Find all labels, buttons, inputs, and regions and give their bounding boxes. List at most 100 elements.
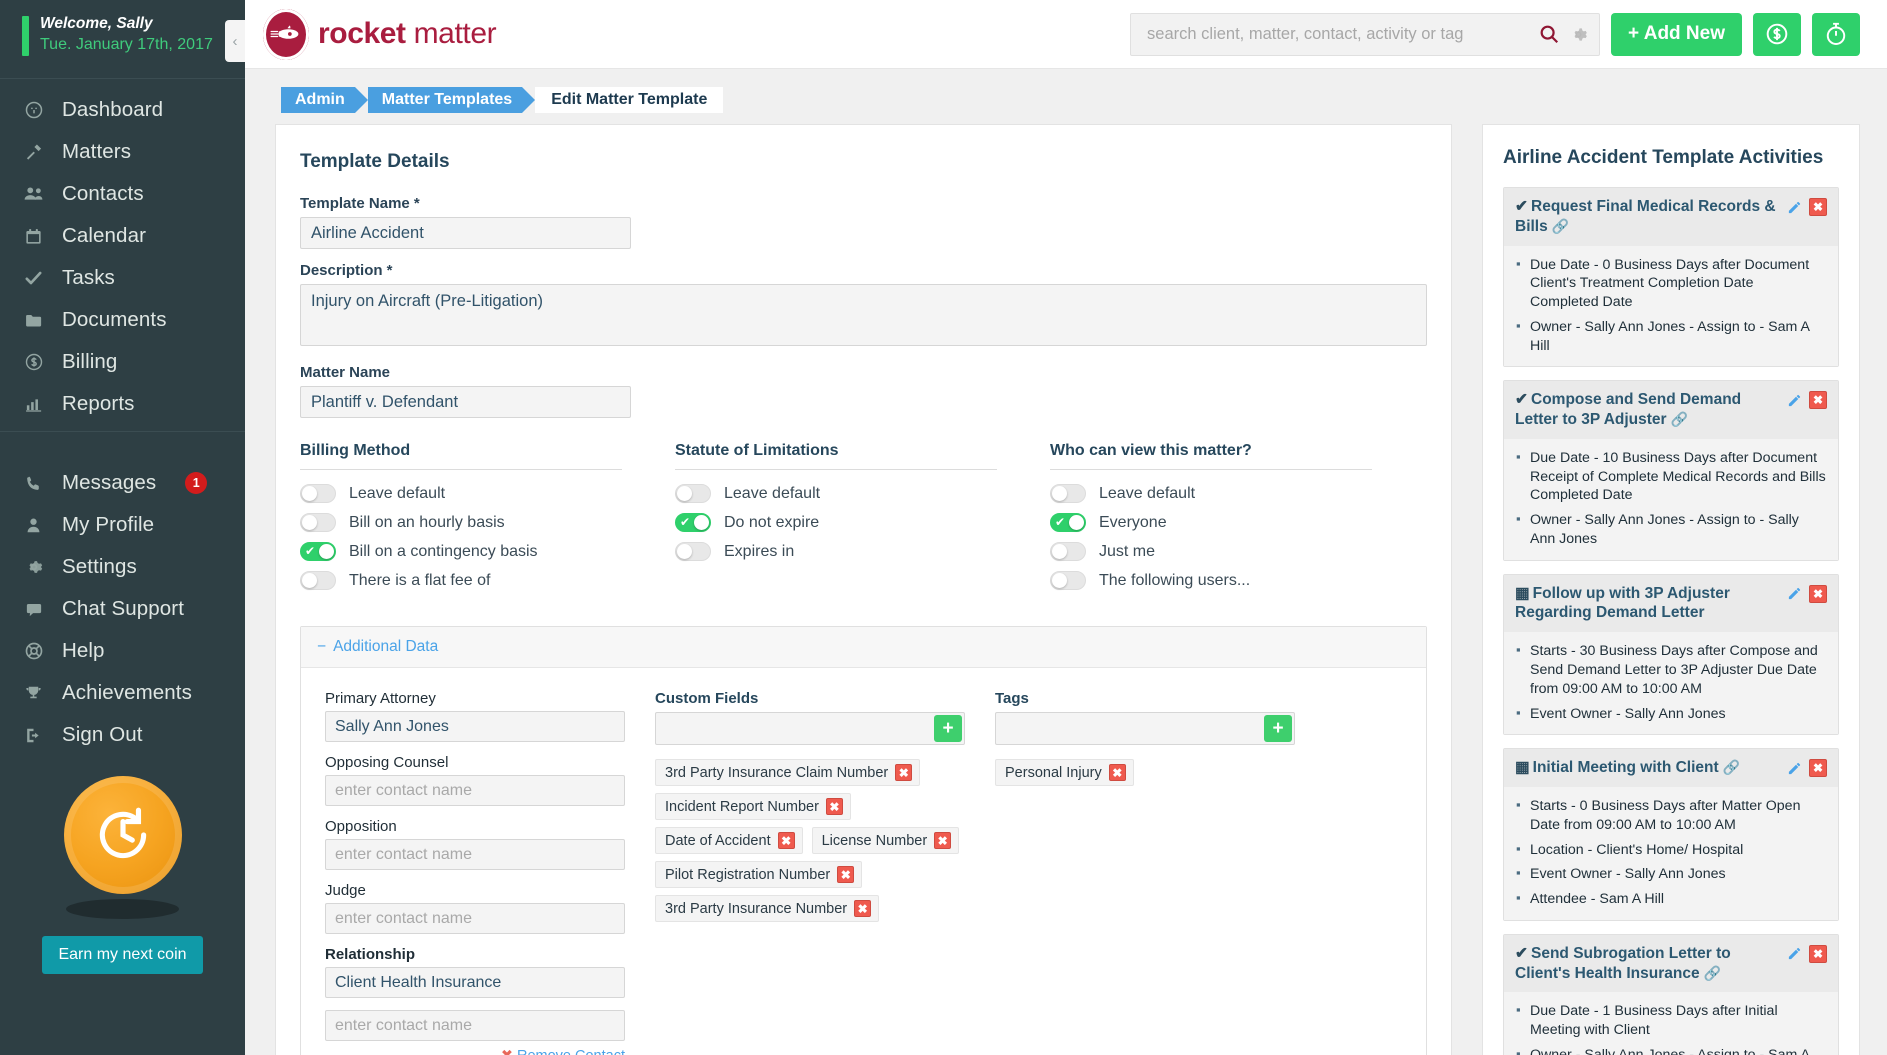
toggle-switch[interactable]	[675, 513, 711, 532]
template-name-input[interactable]	[300, 217, 631, 249]
breadcrumb-admin[interactable]: Admin	[281, 87, 368, 113]
toggle-switch[interactable]	[300, 513, 336, 532]
chip-remove-icon[interactable]: ✖	[895, 764, 913, 781]
sidebar-item-achievements[interactable]: Achievements	[0, 672, 245, 714]
toggle-switch[interactable]	[300, 484, 336, 503]
opposition-input[interactable]	[325, 839, 625, 870]
pencil-icon[interactable]	[1787, 761, 1802, 776]
activity-delete-icon[interactable]: ✖	[1809, 584, 1827, 603]
relationship-contact-input[interactable]	[325, 1010, 625, 1041]
sidebar-item-label: Matters	[62, 140, 132, 163]
sidebar-item-dashboard[interactable]: Dashboard	[0, 89, 245, 131]
sidebar-item-billing[interactable]: Billing	[0, 341, 245, 383]
tags-title: Tags	[995, 690, 1029, 707]
description-textarea[interactable]	[300, 284, 1427, 346]
sidebar-item-label: Calendar	[62, 224, 146, 247]
sidebar-item-chat-support[interactable]: Chat Support	[0, 588, 245, 630]
search-input[interactable]	[1147, 24, 1539, 44]
breadcrumb-matter-templates[interactable]: Matter Templates	[367, 87, 536, 113]
toggle-statute-do-not-expire[interactable]: Do not expire	[675, 513, 997, 532]
activity-name-text: Send Subrogation Letter to Client's Heal…	[1515, 944, 1731, 982]
matter-name-input[interactable]	[300, 386, 631, 418]
activity-delete-icon[interactable]: ✖	[1809, 759, 1827, 778]
pencil-icon[interactable]	[1787, 393, 1802, 408]
pencil-icon[interactable]	[1787, 946, 1802, 961]
chip-label: Pilot Registration Number	[665, 866, 831, 883]
minus-icon: −	[317, 638, 327, 655]
judge-input[interactable]	[325, 903, 625, 934]
activity-details: Due Date - 1 Business Days after Initial…	[1504, 992, 1838, 1055]
chip-remove-icon[interactable]: ✖	[854, 900, 872, 917]
activity-delete-icon[interactable]: ✖	[1809, 198, 1827, 216]
toggle-switch[interactable]	[1050, 484, 1086, 503]
pencil-icon[interactable]	[1787, 200, 1802, 215]
add-new-button[interactable]: + Add New	[1611, 12, 1742, 56]
sidebar-item-help[interactable]: Help	[0, 630, 245, 672]
template-details-panel: Template Details Template Name * Descrip…	[275, 124, 1452, 1055]
opposing-counsel-input[interactable]	[325, 775, 625, 806]
primary-attorney-input[interactable]	[325, 711, 625, 742]
activity-delete-icon[interactable]: ✖	[1809, 391, 1827, 410]
billing-quick-button[interactable]	[1753, 12, 1801, 56]
add-tag-button[interactable]: +	[1264, 715, 1292, 742]
toggle-billing-leave-default[interactable]: Leave default	[300, 484, 622, 503]
sidebar-item-label: Tasks	[62, 266, 115, 289]
chip-remove-icon[interactable]: ✖	[1108, 764, 1126, 781]
global-search[interactable]	[1130, 12, 1601, 56]
toggle-billing-flat-fee[interactable]: There is a flat fee of	[300, 571, 622, 590]
chip-remove-icon[interactable]: ✖	[825, 798, 843, 815]
sidebar-item-messages[interactable]: Messages 1	[0, 462, 245, 504]
sidebar-item-matters[interactable]: Matters	[0, 131, 245, 173]
sidebar-item-contacts[interactable]: Contacts	[0, 173, 245, 215]
toggle-switch[interactable]	[1050, 571, 1086, 590]
custom-fields-input[interactable]	[655, 712, 965, 745]
additional-data-body: Primary Attorney Opposing Counsel Opposi…	[301, 668, 1426, 1055]
timer-quick-button[interactable]	[1812, 12, 1860, 56]
activity-detail: Attendee - Sam A Hill	[1516, 889, 1826, 909]
chip-label: 3rd Party Insurance Number	[665, 900, 848, 917]
toggle-switch[interactable]	[300, 571, 336, 590]
toggle-switch[interactable]	[1050, 513, 1086, 532]
coin-widget: Earn my next coin	[0, 776, 245, 974]
toggle-switch[interactable]	[1050, 542, 1086, 561]
toggle-view-just-me[interactable]: Just me	[1050, 542, 1372, 561]
earn-next-coin-button[interactable]: Earn my next coin	[42, 936, 203, 974]
additional-data-toggle[interactable]: − Additional Data	[301, 627, 1426, 668]
sidebar-collapse-button[interactable]: ‹	[225, 20, 245, 62]
chip-remove-icon[interactable]: ✖	[777, 832, 795, 849]
tags-input[interactable]	[995, 712, 1295, 745]
dollar-circle-icon	[22, 352, 45, 372]
toggle-view-leave-default[interactable]: Leave default	[1050, 484, 1372, 503]
toggle-billing-hourly[interactable]: Bill on an hourly basis	[300, 513, 622, 532]
sidebar-item-sign-out[interactable]: Sign Out	[0, 714, 245, 756]
custom-fields-title: Custom Fields	[655, 690, 759, 707]
toggle-statute-leave-default[interactable]: Leave default	[675, 484, 997, 503]
toggle-switch[interactable]	[675, 484, 711, 503]
sidebar-item-documents[interactable]: Documents	[0, 299, 245, 341]
toggle-switch[interactable]	[300, 542, 336, 561]
toggle-view-everyone[interactable]: Everyone	[1050, 513, 1372, 532]
chip: License Number ✖	[811, 827, 960, 854]
search-icon[interactable]	[1538, 23, 1560, 45]
remove-contact-link[interactable]: ✖ Remove Contact	[325, 1048, 625, 1055]
sidebar-item-settings[interactable]: Settings	[0, 546, 245, 588]
app-logo[interactable]: rocket matter	[263, 8, 497, 60]
chip-remove-icon[interactable]: ✖	[837, 866, 855, 883]
sidebar-item-my-profile[interactable]: My Profile	[0, 504, 245, 546]
add-custom-field-button[interactable]: +	[934, 715, 962, 742]
toggle-statute-expires-in[interactable]: Expires in	[675, 542, 997, 561]
toggle-billing-contingency[interactable]: Bill on a contingency basis	[300, 542, 622, 561]
toggle-switch[interactable]	[675, 542, 711, 561]
activity-card: ▦ Follow up with 3P Adjuster Regarding De…	[1503, 573, 1839, 736]
pencil-icon[interactable]	[1787, 586, 1802, 601]
chip-remove-icon[interactable]: ✖	[934, 832, 952, 849]
sidebar-item-calendar[interactable]: Calendar	[0, 215, 245, 257]
relationship-input[interactable]	[325, 967, 625, 998]
toggle-view-following-users[interactable]: The following users...	[1050, 571, 1372, 590]
search-settings-gear-icon[interactable]	[1568, 24, 1589, 45]
chip: Personal Injury ✖	[995, 759, 1134, 786]
sidebar: Welcome, Sally Tue. January 17th, 2017 ‹…	[0, 0, 245, 1055]
sidebar-item-tasks[interactable]: Tasks	[0, 257, 245, 299]
activity-delete-icon[interactable]: ✖	[1809, 944, 1827, 963]
sidebar-item-reports[interactable]: Reports	[0, 383, 245, 425]
